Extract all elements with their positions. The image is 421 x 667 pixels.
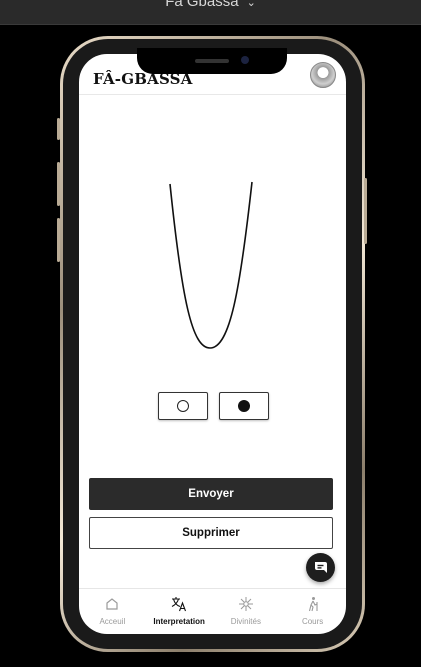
nav-label: Acceuil <box>99 617 126 626</box>
filled-circle-mark-button[interactable] <box>219 392 269 420</box>
hiking-icon <box>305 595 321 613</box>
nav-item-acceuil[interactable]: Acceuil <box>82 589 142 634</box>
chat-icon <box>314 561 327 573</box>
open-circle-mark-button[interactable] <box>158 392 208 420</box>
send-button[interactable]: Envoyer <box>89 478 333 510</box>
window-title: Fa Gbassa <box>165 0 239 10</box>
home-icon <box>104 595 120 613</box>
translate-icon <box>170 595 188 613</box>
header-divider <box>79 94 346 95</box>
mute-switch <box>57 118 60 140</box>
phone-notch <box>137 48 287 74</box>
chat-button[interactable] <box>306 553 335 582</box>
open-circle-icon <box>177 400 189 412</box>
drawing-curve <box>169 181 253 349</box>
nav-item-cours[interactable]: Cours <box>283 589 343 634</box>
nav-item-interpretation[interactable]: Interpretation <box>149 589 209 634</box>
filled-circle-icon <box>238 400 250 412</box>
window-title-bar: Fa Gbassa ⌄ <box>0 0 421 25</box>
delete-button[interactable]: Supprimer <box>89 517 333 549</box>
speaker-grille <box>195 59 229 63</box>
divinity-icon <box>238 595 254 613</box>
avatar[interactable] <box>310 62 336 88</box>
chevron-down-icon[interactable]: ⌄ <box>247 0 256 9</box>
front-camera <box>241 56 249 64</box>
nav-label: Divinités <box>230 617 261 626</box>
power-button <box>364 178 367 244</box>
volume-down-button <box>57 218 60 262</box>
bottom-navigation: Acceuil Interpretation Divinités Cours <box>79 588 346 634</box>
volume-up-button <box>57 162 60 206</box>
nav-label: Cours <box>301 617 324 626</box>
nav-item-divinites[interactable]: Divinités <box>216 589 276 634</box>
nav-label: Interpretation <box>153 617 205 626</box>
phone-screen: FÂ-GBASSA Envoyer Supprimer Acceuil Inte… <box>79 54 346 634</box>
